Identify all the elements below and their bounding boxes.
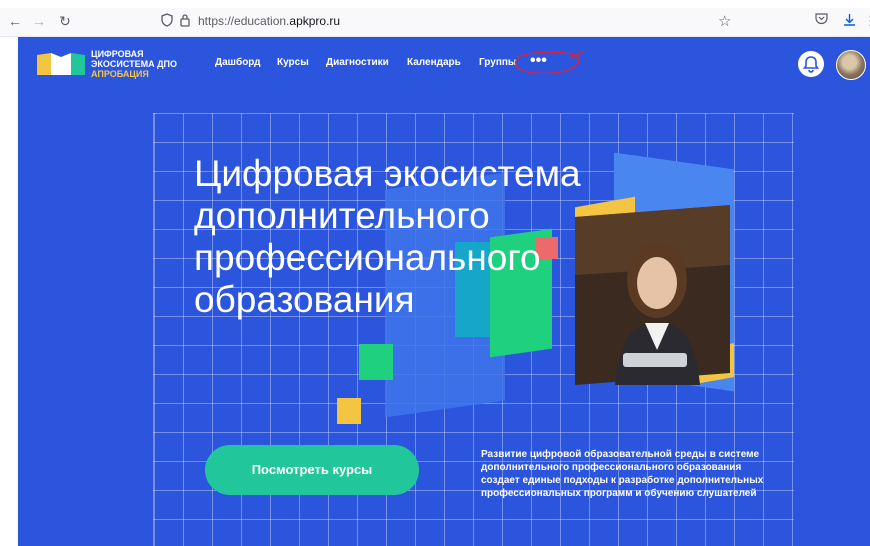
logo[interactable]: ЦИФРОВАЯ ЭКОСИСТЕМА ДПО АПРОБАЦИЯ [35,49,185,83]
logo-line-2: ЭКОСИСТЕМА ДПО [91,59,178,69]
red-annotation-circle [514,51,584,74]
star-icon[interactable]: ☆ [718,12,731,30]
decor-green-square [359,344,393,380]
download-icon[interactable] [843,13,856,29]
lock-icon[interactable] [178,13,192,29]
user-avatar[interactable] [836,50,866,80]
reload-icon[interactable]: ↻ [56,12,74,30]
logo-book-icon [37,53,85,75]
hero-description: Развитие цифровой образовательной среды … [481,449,764,499]
forward-arrow-icon[interactable]: → [30,12,48,30]
url-bar[interactable]: https://education.apkpro.ru ☆ [150,11,740,33]
logo-text: ЦИФРОВАЯ ЭКОСИСТЕМА ДПО АПРОБАЦИЯ [91,49,177,79]
back-arrow-icon[interactable]: ← [6,12,24,30]
view-courses-button[interactable]: Посмотреть курсы [205,445,419,495]
pocket-icon[interactable] [815,13,828,28]
logo-line-3: АПРОБАЦИЯ [91,69,149,79]
url-domain: apkpro.ru [289,14,341,28]
menu-icon[interactable]: ⋮ [864,13,870,29]
url-text[interactable]: https://education.apkpro.ru [198,14,340,28]
nav-item-diagnostics[interactable]: Диагностики [326,57,389,68]
decor-yellow-square [337,398,361,424]
browser-toolbar: ← → ↻ https://education.apkpro.ru ☆ ⋮ [0,8,870,37]
nav-item-calendar[interactable]: Календарь [407,57,461,68]
page: ЦИФРОВАЯ ЭКОСИСТЕМА ДПО АПРОБАЦИЯ Дашбор… [18,37,870,546]
shield-icon[interactable] [160,13,174,29]
bell-icon [802,56,820,73]
url-prefix: https://education. [198,14,290,28]
hero-title: Цифровая экосистема дополнительного проф… [194,153,581,320]
notifications-button[interactable] [798,51,824,77]
nav-item-courses[interactable]: Курсы [277,57,309,68]
logo-line-1: ЦИФРОВАЯ [91,49,144,59]
nav-item-dashboard[interactable]: Дашборд [215,57,261,68]
